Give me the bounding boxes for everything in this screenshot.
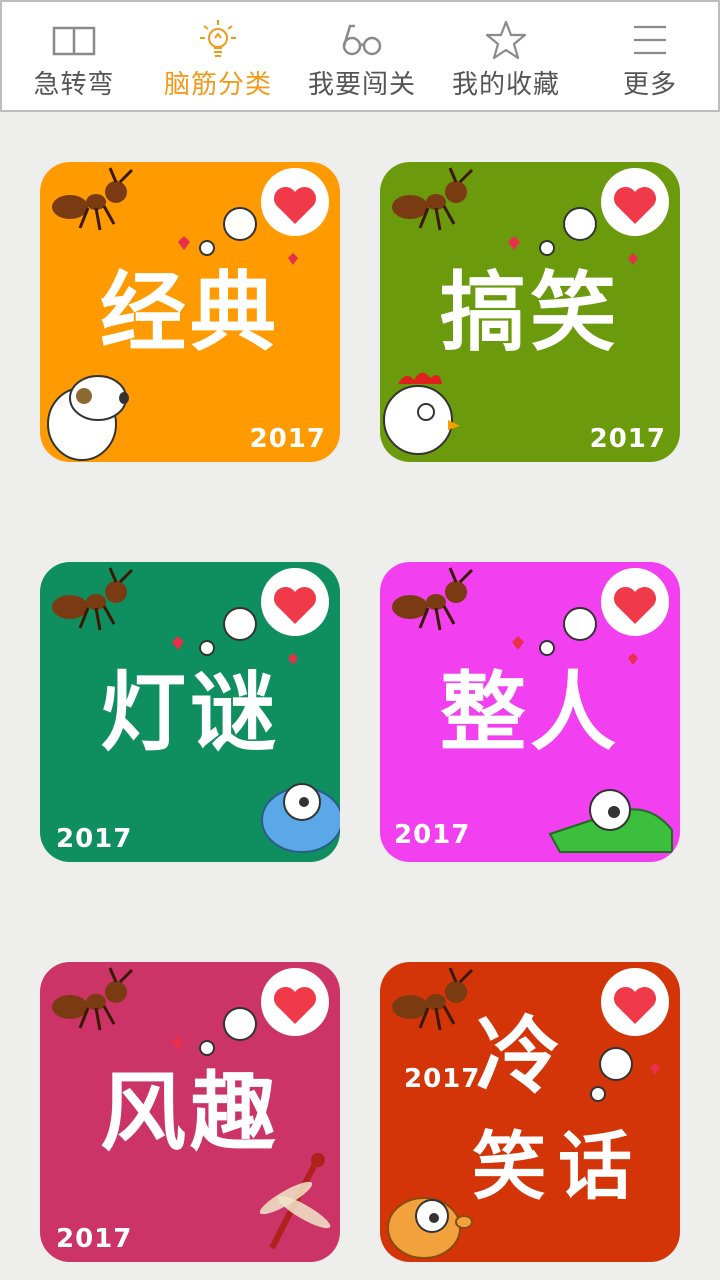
tab-brain-teasers[interactable]: 急转弯: [2, 2, 146, 110]
card-title: 灯谜: [100, 663, 280, 763]
top-tab-bar: 急转弯 脑筋分类 我要闯关 我的收藏 更多: [0, 0, 720, 112]
card-title: 整人: [440, 663, 620, 763]
tab-more[interactable]: 更多: [578, 2, 720, 110]
tab-label: 脑筋分类: [163, 70, 272, 100]
category-grid: 经典 2017 搞笑 2017 灯谜 2017 整人 2017 风趣 2017 …: [0, 112, 720, 1280]
card-year: 2017: [56, 824, 133, 854]
card-title: 经典: [100, 263, 280, 363]
category-card-pranks[interactable]: 整人 2017: [380, 562, 680, 862]
category-card-cold-jokes[interactable]: 冷 笑话 2017: [380, 962, 680, 1262]
tab-label: 急转弯: [33, 70, 115, 100]
glasses-icon: [342, 24, 382, 56]
card-title-bottom: 笑话: [472, 1124, 644, 1210]
card-year: 2017: [404, 1064, 481, 1094]
card-title: 风趣: [100, 1063, 280, 1163]
card-title: 搞笑: [440, 263, 620, 363]
tab-challenge[interactable]: 我要闯关: [290, 2, 434, 110]
tab-favorites[interactable]: 我的收藏: [434, 2, 578, 110]
category-card-riddles[interactable]: 灯谜 2017: [40, 562, 340, 862]
book-icon: [52, 26, 96, 56]
tab-label: 我要闯关: [307, 70, 416, 100]
menu-icon: [634, 25, 666, 55]
card-year: 2017: [56, 1224, 133, 1254]
card-year: 2017: [394, 820, 471, 850]
card-title-top: 冷: [476, 1007, 561, 1105]
category-card-funny[interactable]: 搞笑 2017: [380, 162, 680, 462]
star-icon: [485, 20, 527, 60]
card-year: 2017: [249, 424, 326, 454]
tab-label: 我的收藏: [451, 70, 560, 100]
card-year: 2017: [589, 424, 666, 454]
category-card-witty[interactable]: 风趣 2017: [40, 962, 340, 1262]
lightbulb-icon: [200, 20, 236, 57]
category-card-classic[interactable]: 经典 2017: [40, 162, 340, 462]
tab-categories[interactable]: 脑筋分类: [146, 2, 290, 110]
tab-label: 更多: [622, 70, 677, 100]
